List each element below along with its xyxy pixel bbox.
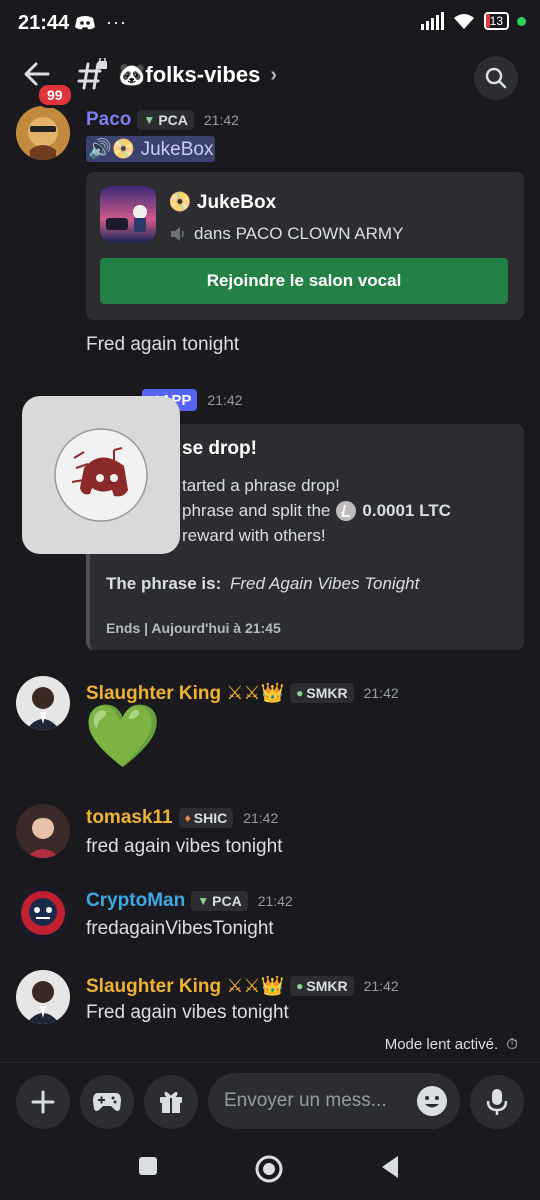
more-notifications-icon: ···: [106, 12, 127, 32]
home-circle-icon: [255, 1155, 283, 1183]
channel-hash-lock-icon: [76, 56, 110, 92]
embed-line-2: phrase and split the: [182, 501, 331, 520]
litecoin-icon: [336, 501, 357, 521]
join-voice-button[interactable]: Rejoindre le salon vocal: [100, 258, 508, 304]
message-text: Fred again tonight: [86, 334, 240, 355]
timer-icon: ⏱: [506, 1036, 518, 1053]
attach-button[interactable]: [16, 1075, 70, 1129]
emoji-icon: [417, 1086, 447, 1116]
gamepad-icon: [93, 1093, 121, 1111]
avatar[interactable]: [16, 804, 70, 858]
voice-invite-card: 📀 JukeBox dans PACO CLOWN ARMY Rejoindre…: [86, 172, 524, 320]
plus-icon: [31, 1090, 55, 1114]
avatar[interactable]: [16, 970, 70, 1024]
gift-icon: [160, 1091, 182, 1113]
username[interactable]: Slaughter King ⚔⚔👑: [86, 974, 284, 998]
avatar[interactable]: [16, 676, 70, 730]
discord-notification-icon: [75, 15, 95, 29]
timestamp: 21:42: [203, 112, 239, 128]
mushroom-icon: ▼: [143, 113, 156, 127]
floating-app-overlay[interactable]: [22, 396, 180, 554]
message-text: fredagainVibesTonight: [86, 918, 274, 939]
timestamp: 21:42: [257, 893, 293, 909]
slow-mode-indicator: Mode lent activé. ⏱: [384, 1036, 518, 1053]
emoji-button[interactable]: [414, 1083, 450, 1119]
message-input[interactable]: [224, 1087, 404, 1115]
server-icon: [100, 186, 156, 242]
avatar[interactable]: [16, 886, 70, 940]
status-bar: 21:44 ··· 13: [0, 0, 540, 48]
back-triangle-icon: [382, 1156, 398, 1178]
ltc-amount: 0.0001 LTC: [362, 501, 451, 520]
activities-button[interactable]: [80, 1075, 134, 1129]
home-button[interactable]: [254, 1154, 284, 1184]
speaker-icon: [171, 227, 184, 241]
message-text: fred again vibes tonight: [86, 836, 283, 857]
server-tag: ▼ PCA: [191, 891, 248, 911]
privacy-indicator-dot: [517, 16, 526, 26]
embed-footer: Ends | Aujourd'hui à 21:45: [106, 620, 281, 636]
voice-server-name: dans PACO CLOWN ARMY: [194, 224, 404, 243]
server-tag: ● SMKR: [290, 683, 354, 703]
embed-line-1: tarted a phrase drop!: [182, 476, 340, 495]
timestamp: 21:42: [363, 978, 399, 994]
embed-line-3: reward with others!: [182, 526, 326, 545]
signal-icon: [420, 12, 444, 30]
gift-button[interactable]: [144, 1075, 198, 1129]
channel-mention[interactable]: 🔊📀 JukeBox: [86, 136, 216, 162]
system-back-button[interactable]: [378, 1154, 408, 1184]
message-input-box: [208, 1073, 460, 1129]
timestamp: 21:42: [243, 810, 279, 826]
username[interactable]: Paco: [86, 109, 131, 131]
system-navigation-bar: [0, 1138, 540, 1200]
heart-emoji-message: 💚: [84, 702, 162, 771]
clock: 21:44: [18, 12, 70, 34]
message-text: Fred again vibes tonight: [86, 1002, 289, 1023]
server-tag: ● SMKR: [290, 976, 354, 996]
phrase-value: Fred Again Vibes Tonight: [230, 574, 420, 593]
server-tag: ♦ SHIC: [178, 808, 234, 828]
username[interactable]: tomask11: [86, 807, 173, 829]
message-composer: [0, 1062, 540, 1138]
channel-name[interactable]: 🐼folks-vibes ›: [118, 62, 277, 88]
unread-badge: 99: [36, 82, 74, 108]
timestamp: 21:42: [207, 392, 243, 408]
chevron-right-icon: ›: [270, 63, 277, 86]
battery-indicator: 13: [483, 12, 509, 30]
recents-button[interactable]: [136, 1154, 166, 1184]
server-tag: ▼ PCA: [137, 110, 194, 130]
search-icon: [485, 67, 507, 89]
music-bot-logo-icon: [54, 428, 148, 522]
stop-square-icon: [139, 1157, 157, 1175]
phrase-label: The phrase is:: [106, 574, 222, 593]
username[interactable]: CryptoMan: [86, 890, 185, 912]
timestamp: 21:42: [363, 685, 399, 701]
voice-channel-title: 📀 JukeBox: [168, 192, 277, 213]
embed-title: se drop!: [182, 438, 257, 459]
wifi-icon: [453, 14, 474, 29]
avatar[interactable]: [16, 106, 70, 160]
channel-header: 🐼folks-vibes ›: [0, 48, 540, 108]
voice-message-button[interactable]: [470, 1075, 524, 1129]
search-button[interactable]: [474, 56, 518, 100]
microphone-icon: [486, 1089, 508, 1115]
